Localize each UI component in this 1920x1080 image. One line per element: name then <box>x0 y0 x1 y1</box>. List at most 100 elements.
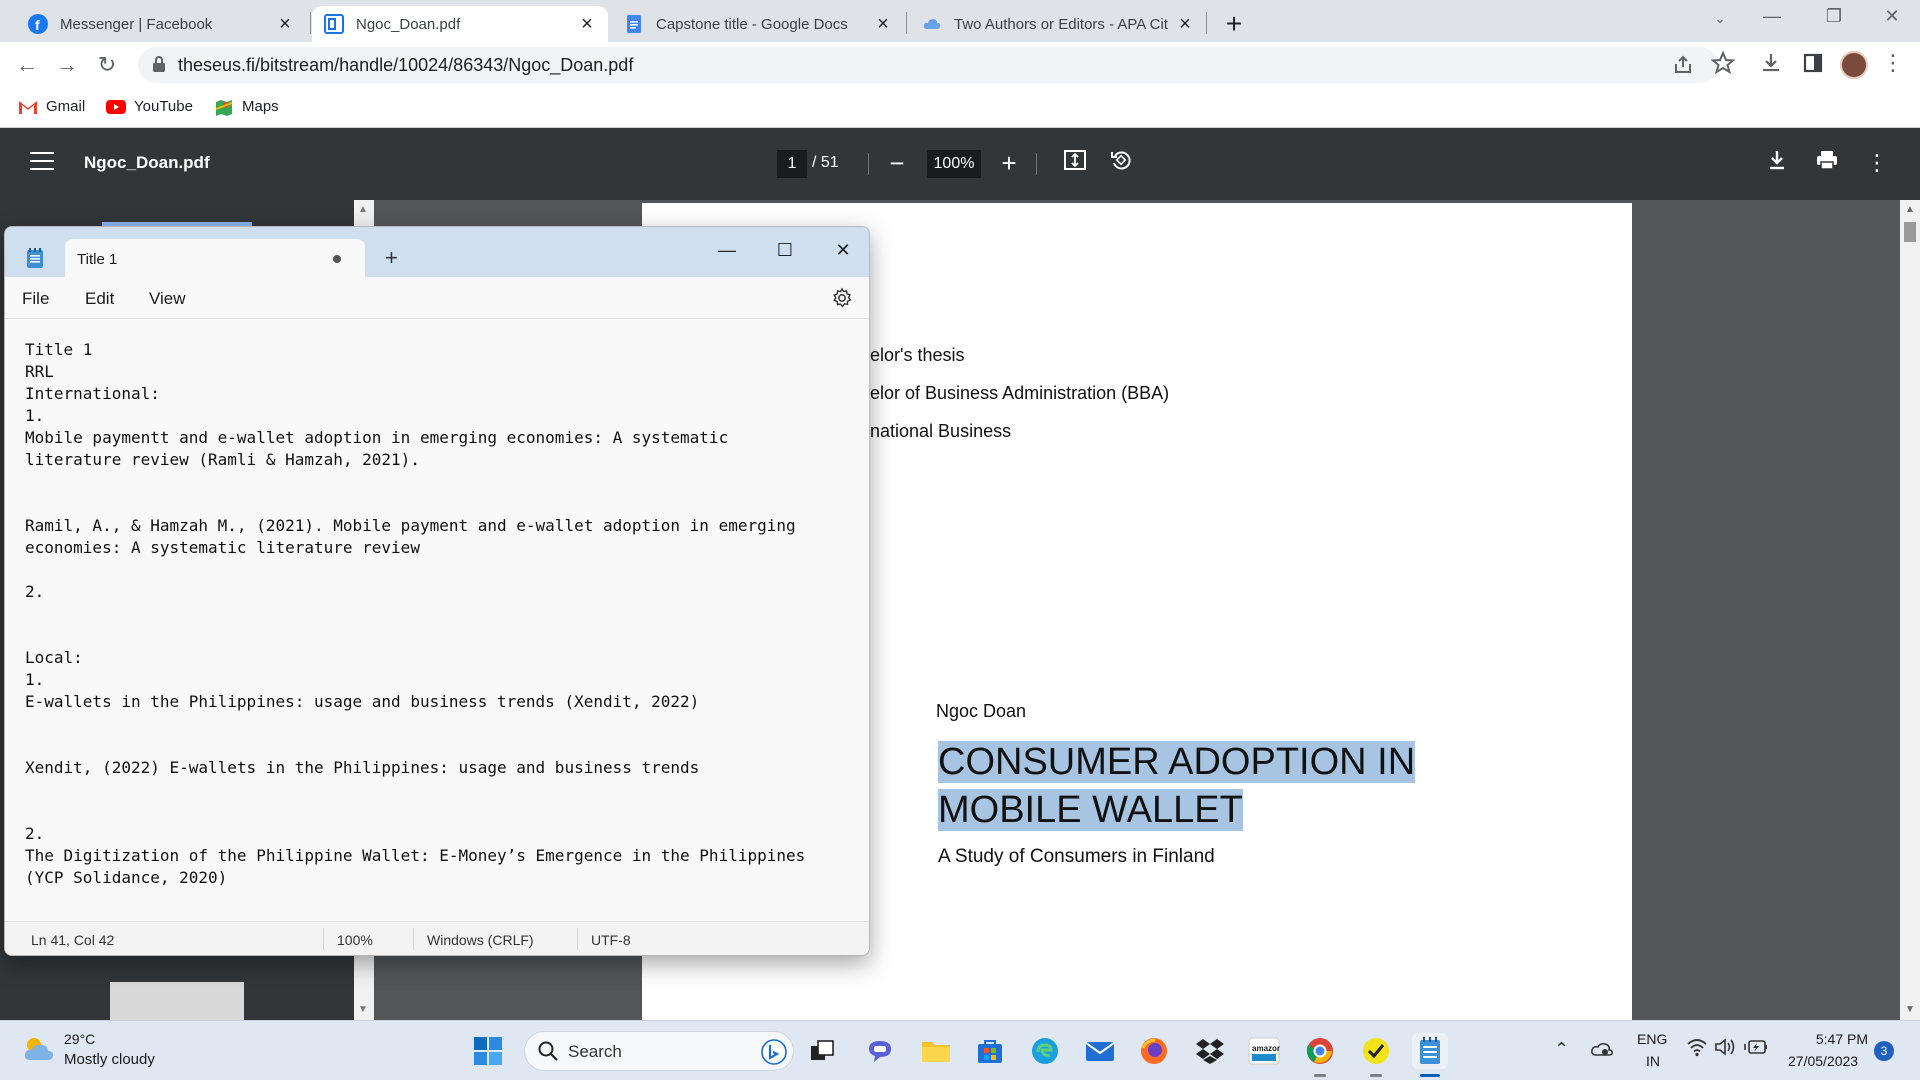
pdf-toolbar: Ngoc_Doan.pdf 1 / 51 − 100% + ⋮ <box>0 128 1920 200</box>
menu-view[interactable]: View <box>149 289 186 309</box>
text-line: literature review (Ramli & Hamzah, 2021)… <box>25 450 420 469</box>
menu-file[interactable]: File <box>22 289 49 309</box>
pdf-menu-icon[interactable] <box>30 152 54 176</box>
close-tab-icon[interactable]: × <box>274 13 296 35</box>
taskbar-mail[interactable] <box>1082 1033 1118 1069</box>
clock-date[interactable]: 27/05/2023 <box>1788 1053 1858 1069</box>
scroll-up-icon[interactable]: ▲ <box>358 204 368 215</box>
toolbar-divider <box>868 153 869 175</box>
taskbar-chat[interactable] <box>862 1033 898 1069</box>
input-region[interactable]: IN <box>1646 1053 1660 1069</box>
notepad-new-tab-button[interactable]: + <box>385 245 398 271</box>
settings-gear-icon[interactable] <box>831 287 853 309</box>
taskbar-file-explorer[interactable] <box>918 1033 954 1069</box>
taskbar-notepad[interactable] <box>1412 1033 1448 1077</box>
restore-button[interactable]: ❐ <box>1814 6 1854 27</box>
pdf-download-icon[interactable] <box>1762 148 1792 178</box>
notepad-maximize-button[interactable]: ☐ <box>765 235 805 265</box>
taskbar-firefox[interactable] <box>1136 1033 1172 1069</box>
zoom-input[interactable]: 100% <box>927 150 981 178</box>
weather-condition: Mostly cloudy <box>64 1051 155 1068</box>
close-tab-icon[interactable]: × <box>872 13 894 35</box>
url-text: theseus.fi/bitstream/handle/10024/86343/… <box>178 55 634 75</box>
back-button[interactable]: ← <box>12 50 42 80</box>
close-tab-icon[interactable]: × <box>576 13 598 35</box>
rotate-icon[interactable] <box>1106 148 1136 178</box>
wifi-icon[interactable] <box>1686 1037 1708 1062</box>
page-thumbnail[interactable] <box>110 982 244 1020</box>
input-language[interactable]: ENG <box>1637 1031 1667 1047</box>
bookmark-gmail[interactable]: Gmail <box>18 98 85 115</box>
pdf-title: Ngoc_Doan.pdf <box>84 153 210 172</box>
side-panel-icon[interactable] <box>1800 50 1826 76</box>
tab-search-icon[interactable]: ⌄ <box>1700 10 1740 27</box>
reload-button[interactable]: ↻ <box>92 50 122 80</box>
page-number-input[interactable]: 1 <box>777 150 807 178</box>
pdf-icon <box>324 14 344 34</box>
taskbar-dropbox[interactable] <box>1192 1033 1228 1069</box>
status-divider <box>577 928 578 950</box>
download-icon[interactable] <box>1758 50 1784 76</box>
clock-time[interactable]: 5:47 PM <box>1810 1031 1868 1047</box>
new-tab-button[interactable]: + <box>1220 8 1248 40</box>
scroll-down-icon[interactable]: ▼ <box>358 1004 368 1015</box>
bookmark-label: Gmail <box>46 98 86 115</box>
taskbar-sticky-app[interactable] <box>1358 1033 1394 1077</box>
text-line: E-wallets in the Philippines: usage and … <box>25 692 700 711</box>
bing-icon[interactable] <box>761 1039 787 1065</box>
unsaved-indicator <box>333 255 341 263</box>
taskbar-chrome[interactable] <box>1302 1033 1338 1077</box>
taskbar-amazon[interactable]: amazon <box>1246 1033 1282 1069</box>
notepad-titlebar[interactable]: Title 1 + — ☐ ✕ <box>5 227 869 277</box>
pdf-scrollbar[interactable]: ▲ ▼ <box>1900 200 1920 1020</box>
scroll-down-icon[interactable]: ▼ <box>1905 1004 1915 1015</box>
text-line: Mobile paymentt and e-wallet adoption in… <box>25 428 729 447</box>
battery-icon[interactable] <box>1744 1038 1768 1061</box>
tab-pdf[interactable]: Ngoc_Doan.pdf × <box>312 6 608 42</box>
app-indicator <box>816 1074 828 1077</box>
chevron-up-icon[interactable]: ⌃ <box>1554 1039 1569 1060</box>
notification-badge[interactable]: 3 <box>1874 1041 1894 1061</box>
scroll-thumb[interactable] <box>1904 222 1916 242</box>
windows-start-icon[interactable] <box>473 1036 503 1066</box>
profile-avatar[interactable] <box>1840 51 1868 79</box>
notepad-minimize-button[interactable]: — <box>707 235 747 265</box>
share-icon[interactable] <box>1672 54 1694 76</box>
volume-icon[interactable] <box>1714 1037 1736 1062</box>
app-indicator <box>984 1074 996 1077</box>
taskbar-edge[interactable] <box>1027 1033 1063 1069</box>
scroll-up-icon[interactable]: ▲ <box>1905 204 1915 215</box>
bookmark-youtube[interactable]: YouTube <box>106 98 193 115</box>
zoom-out-button[interactable]: − <box>882 148 912 178</box>
tab-messenger[interactable]: f Messenger | Facebook × <box>16 6 306 42</box>
cursor-position: Ln 41, Col 42 <box>31 932 115 948</box>
taskbar-search[interactable]: Search <box>524 1031 794 1071</box>
tab-google-docs[interactable]: Capstone title - Google Docs × <box>612 6 904 42</box>
network-status-icon[interactable] <box>1590 1039 1614 1064</box>
minimize-button[interactable]: — <box>1752 6 1792 27</box>
bookmark-maps[interactable]: Maps <box>214 98 279 116</box>
text-line <box>25 735 869 757</box>
bookmark-star-icon[interactable] <box>1710 50 1736 76</box>
lock-icon[interactable] <box>152 55 166 78</box>
notepad-tab[interactable]: Title 1 <box>65 239 365 277</box>
close-window-button[interactable]: ✕ <box>1872 6 1912 27</box>
taskbar-store[interactable] <box>972 1033 1008 1069</box>
zoom-in-button[interactable]: + <box>994 148 1024 178</box>
notepad-close-button[interactable]: ✕ <box>823 235 863 265</box>
partly-cloudy-icon[interactable] <box>22 1035 56 1063</box>
notepad-text-area[interactable]: Title 1 RRL International: 1. Mobile payment… <box>5 319 869 899</box>
fit-page-icon[interactable] <box>1060 148 1090 178</box>
app-indicator <box>1258 1074 1270 1077</box>
forward-button[interactable]: → <box>52 50 82 80</box>
close-tab-icon[interactable]: × <box>1174 13 1196 35</box>
menu-edit[interactable]: Edit <box>85 289 114 309</box>
browser-menu-icon[interactable]: ⋮ <box>1882 50 1904 76</box>
pdf-more-icon[interactable]: ⋮ <box>1862 148 1892 178</box>
address-bar[interactable]: theseus.fi/bitstream/handle/10024/86343/… <box>138 47 1718 83</box>
print-icon[interactable] <box>1812 148 1842 178</box>
text-line <box>25 603 869 625</box>
taskbar-task-view[interactable] <box>804 1033 840 1069</box>
tab-apa-citation[interactable]: Two Authors or Editors - APA Cit × <box>910 6 1206 42</box>
document-subtitle: A Study of Consumers in Finland <box>938 846 1215 867</box>
